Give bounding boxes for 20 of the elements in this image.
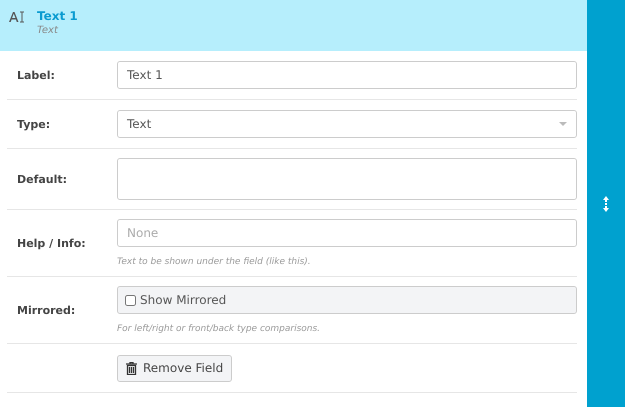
trash-icon [126,362,137,374]
field-type: Text [37,25,60,36]
text-field-icon [9,11,26,23]
field-label: Mirrored: [17,304,76,316]
text-field[interactable]: None [117,219,577,247]
text-area[interactable] [117,158,577,200]
help-text: Text to be shown under the field (like this). [117,257,312,267]
field-title: Text 1 [37,9,78,23]
text-field[interactable]: Text 1 [117,61,577,89]
checkbox[interactable] [125,294,136,306]
help-text: For left/right or front/back type comparisons. [117,324,322,334]
field-label: Default: [17,172,68,186]
type-dropdown[interactable]: Text [117,110,577,138]
resize-handle-icon[interactable] [603,196,609,212]
field-label: Label: [17,68,55,82]
field-label: Type: [17,118,50,130]
field-label: Help / Info: [17,236,86,250]
checkbox-field[interactable]: Show Mirrored [117,286,577,314]
remove-field-button[interactable]: Remove Field [117,354,232,382]
caret-icon [559,122,567,126]
